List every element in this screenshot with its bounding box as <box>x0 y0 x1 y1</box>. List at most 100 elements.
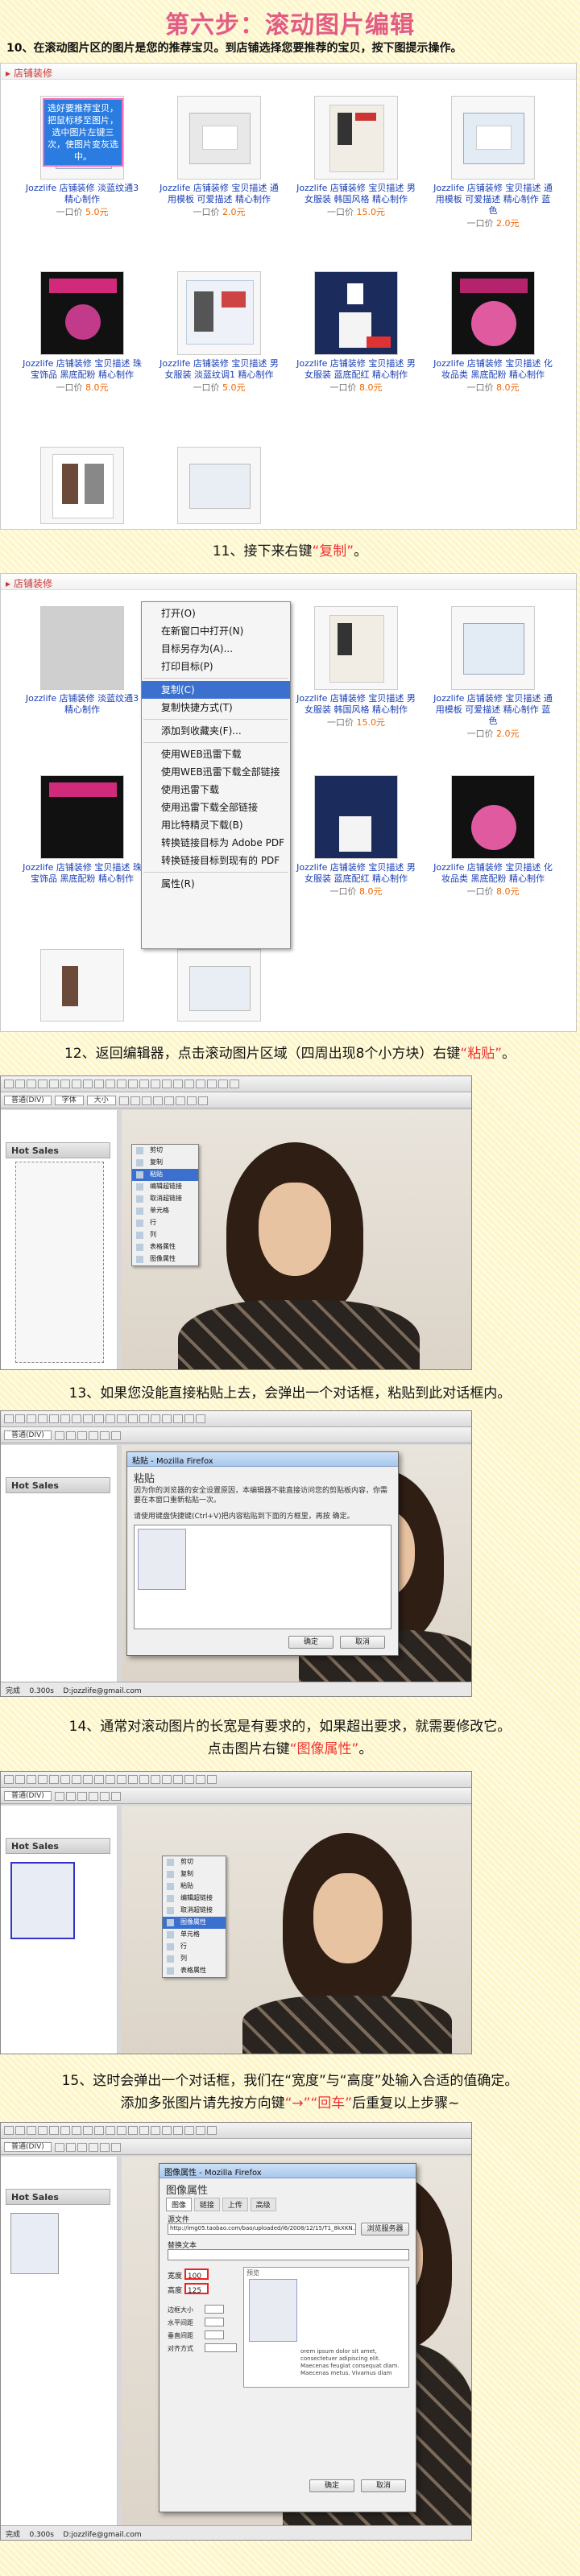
product-thumb[interactable]: 选好要推荐宝贝，把鼠标移至图片，选中图片左键三次，使图片变灰选中。 <box>40 96 124 180</box>
menu-item-save-target[interactable]: 目标另存为(A)... <box>142 640 290 658</box>
mini-menu-cell[interactable]: 单元格 <box>132 1205 198 1217</box>
product-name[interactable]: Jozzlife 店铺装修 宝贝描述 化妆品类 黑底配粉 精心制作 <box>433 358 553 381</box>
mini-menu-row[interactable]: 行 <box>132 1217 198 1229</box>
product-thumb[interactable] <box>314 606 398 690</box>
product-name[interactable]: Jozzlife 店铺装修 宝贝描述 男女服装 蓝底配红 精心制作 <box>296 358 416 381</box>
product-name[interactable]: Jozzlife 店铺装修 宝贝描述 男女服装 蓝底配红 精心制作 <box>296 862 416 885</box>
mini-menu-cut[interactable]: 剪切 <box>163 1856 226 1868</box>
product-name[interactable]: Jozzlife 店铺装修 宝贝描述 珠宝饰品 黑底配粉 精心制作 <box>22 358 143 381</box>
tab-upload[interactable]: 上传 <box>222 2198 248 2211</box>
menu-item-to-existing-pdf[interactable]: 转换链接目标到现有的 PDF <box>142 852 290 869</box>
mini-menu-table-props[interactable]: 表格属性 <box>132 1241 198 1253</box>
mini-menu-remove-link[interactable]: 取消超链接 <box>132 1193 198 1205</box>
mini-menu-remove-link[interactable]: 取消超链接 <box>163 1905 226 1917</box>
hspace-field[interactable] <box>205 2318 224 2326</box>
selected-scroll-image[interactable] <box>10 2213 59 2274</box>
menu-item-thunder[interactable]: 使用迅雷下载 <box>142 781 290 799</box>
product-item[interactable]: Jozzlife 店铺装修 宝贝描述 珠宝饰品 黑底配粉 精心制作 <box>22 775 143 885</box>
format-select[interactable]: 普通(DIV) <box>4 1096 52 1105</box>
mini-menu-paste[interactable]: 粘贴 <box>163 1880 226 1893</box>
product-item[interactable] <box>159 949 280 1025</box>
width-input[interactable]: 100 <box>184 2268 209 2281</box>
vspace-field[interactable] <box>205 2330 224 2339</box>
mini-menu-paste[interactable]: 粘贴 <box>132 1169 198 1181</box>
product-item[interactable]: Jozzlife 店铺装修 宝贝描述 男女服装 韩国风格 精心制作 一口价 15.… <box>296 606 416 729</box>
product-thumb[interactable] <box>177 271 261 355</box>
align-select[interactable] <box>205 2343 237 2352</box>
menu-item-web-thunder-all[interactable]: 使用WEB迅雷下载全部链接 <box>142 763 290 781</box>
menu-item-copy-shortcut[interactable]: 复制快捷方式(T) <box>142 699 290 716</box>
mini-menu-edit-link[interactable]: 编辑超链接 <box>163 1893 226 1905</box>
format-select[interactable]: 普通(DIV) <box>4 1430 52 1440</box>
mini-menu-edit-link[interactable]: 编辑超链接 <box>132 1181 198 1193</box>
menu-item-bitcomet[interactable]: 用比特精灵下载(B) <box>142 816 290 834</box>
product-thumb[interactable] <box>40 606 124 690</box>
product-name[interactable]: Jozzlife 店铺装修 宝贝描述 男女服装 淡蓝纹调1 精心制作 <box>159 358 280 381</box>
size-select[interactable]: 大小 <box>86 1096 116 1105</box>
product-item[interactable]: Jozzlife 店铺装修 宝贝描述 通用模板 可爱描述 精心制作 蓝色 一口价… <box>433 96 553 229</box>
format-select[interactable]: 普通(DIV) <box>4 2142 52 2152</box>
mini-menu-column[interactable]: 列 <box>163 1953 226 1965</box>
product-name[interactable]: Jozzlife 店铺装修 宝贝描述 通用模板 可爱描述 精心制作 <box>159 183 280 205</box>
mini-menu-cell[interactable]: 单元格 <box>163 1929 226 1941</box>
product-item[interactable]: Jozzlife 店铺装修 淡蓝纹通3 精心制作 <box>22 606 143 716</box>
height-input[interactable]: 125 <box>184 2283 209 2295</box>
product-item[interactable] <box>159 447 280 527</box>
product-item[interactable]: Jozzlife 店铺装修 宝贝描述 化妆品类 黑底配粉 精心制作 一口价 8.0… <box>433 775 553 898</box>
product-name[interactable]: Jozzlife 店铺装修 宝贝描述 通用模板 可爱描述 精心制作 蓝色 <box>433 693 553 727</box>
mini-menu-image-props[interactable]: 图像属性 <box>163 1917 226 1929</box>
product-item[interactable]: Jozzlife 店铺装修 宝贝描述 化妆品类 黑底配粉 精心制作 一口价 8.… <box>433 271 553 394</box>
mini-menu-copy[interactable]: 复制 <box>132 1157 198 1169</box>
product-thumb[interactable] <box>451 271 535 355</box>
url-field[interactable]: http://img05.taobao.com/bao/uploaded/i6/… <box>168 2223 356 2235</box>
product-name[interactable]: Jozzlife 店铺装修 宝贝描述 通用模板 可爱描述 精心制作 蓝色 <box>433 183 553 217</box>
menu-item-properties[interactable]: 属性(R) <box>142 875 290 893</box>
menu-item-open[interactable]: 打开(O) <box>142 605 290 622</box>
product-thumb[interactable] <box>177 447 261 524</box>
product-thumb[interactable] <box>314 775 398 859</box>
menu-item-open-new-window[interactable]: 在新窗口中打开(N) <box>142 622 290 640</box>
ok-button[interactable]: 确定 <box>288 1636 334 1649</box>
menu-item-thunder-all[interactable]: 使用迅雷下载全部链接 <box>142 799 290 816</box>
product-thumb[interactable] <box>451 775 535 859</box>
menu-item-copy[interactable]: 复制(C) <box>142 681 290 699</box>
font-select[interactable]: 字体 <box>54 1096 84 1105</box>
mini-menu-copy[interactable]: 复制 <box>163 1868 226 1880</box>
product-item[interactable]: Jozzlife 店铺装修 宝贝描述 男女服装 蓝底配红 精心制作 一口价 8.… <box>296 271 416 394</box>
scroll-image-area[interactable] <box>15 1162 104 1363</box>
product-item[interactable] <box>22 949 143 1025</box>
mini-menu-row[interactable]: 行 <box>163 1941 226 1953</box>
paste-area[interactable] <box>134 1525 392 1629</box>
product-thumb[interactable] <box>314 96 398 180</box>
menu-item-web-thunder[interactable]: 使用WEB迅雷下载 <box>142 745 290 763</box>
product-name[interactable]: Jozzlife 店铺装修 淡蓝纹通3 精心制作 <box>22 693 143 716</box>
menu-item-to-pdf[interactable]: 转换链接目标为 Adobe PDF <box>142 834 290 852</box>
mini-menu-cut[interactable]: 剪切 <box>132 1145 198 1157</box>
product-thumb[interactable] <box>40 271 124 355</box>
product-name[interactable]: Jozzlife 店铺装修 宝贝描述 男女服装 韩国风格 精心制作 <box>296 183 416 205</box>
product-thumb[interactable] <box>40 949 124 1022</box>
ok-button[interactable]: 确定 <box>309 2479 354 2492</box>
alt-field[interactable] <box>168 2249 409 2260</box>
product-thumb[interactable] <box>40 775 124 859</box>
format-select[interactable]: 普通(DIV) <box>4 1791 52 1801</box>
product-name[interactable]: Jozzlife 店铺装修 宝贝描述 男女服装 韩国风格 精心制作 <box>296 693 416 716</box>
product-thumb[interactable] <box>177 96 261 180</box>
mini-menu-column[interactable]: 列 <box>132 1229 198 1241</box>
product-thumb[interactable] <box>451 96 535 180</box>
product-name[interactable]: Jozzlife 店铺装修 宝贝描述 化妆品类 黑底配粉 精心制作 <box>433 862 553 885</box>
product-item[interactable]: Jozzlife 店铺装修 宝贝描述 男女服装 韩国风格 精心制作 一口价 15… <box>296 96 416 218</box>
tab-advanced[interactable]: 高级 <box>250 2198 276 2211</box>
menu-item-print-target[interactable]: 打印目标(P) <box>142 658 290 675</box>
product-name[interactable]: Jozzlife 店铺装修 宝贝描述 珠宝饰品 黑底配粉 精心制作 <box>22 862 143 885</box>
border-field[interactable] <box>205 2305 224 2314</box>
mini-menu-table-props[interactable]: 表格属性 <box>163 1965 226 1977</box>
menu-item-add-favorites[interactable]: 添加到收藏夹(F)... <box>142 722 290 740</box>
product-name[interactable]: Jozzlife 店铺装修 淡蓝纹通3 精心制作 <box>22 183 143 205</box>
product-item[interactable]: Jozzlife 店铺装修 宝贝描述 珠宝饰品 黑底配粉 精心制作 一口价 8.… <box>22 271 143 394</box>
product-thumb[interactable] <box>40 447 124 524</box>
product-item[interactable]: Jozzlife 店铺装修 宝贝描述 男女服装 淡蓝纹调1 精心制作 一口价 5… <box>159 271 280 394</box>
selected-scroll-image[interactable] <box>10 1862 75 1939</box>
product-thumb[interactable] <box>314 271 398 355</box>
product-thumb[interactable] <box>177 949 261 1022</box>
